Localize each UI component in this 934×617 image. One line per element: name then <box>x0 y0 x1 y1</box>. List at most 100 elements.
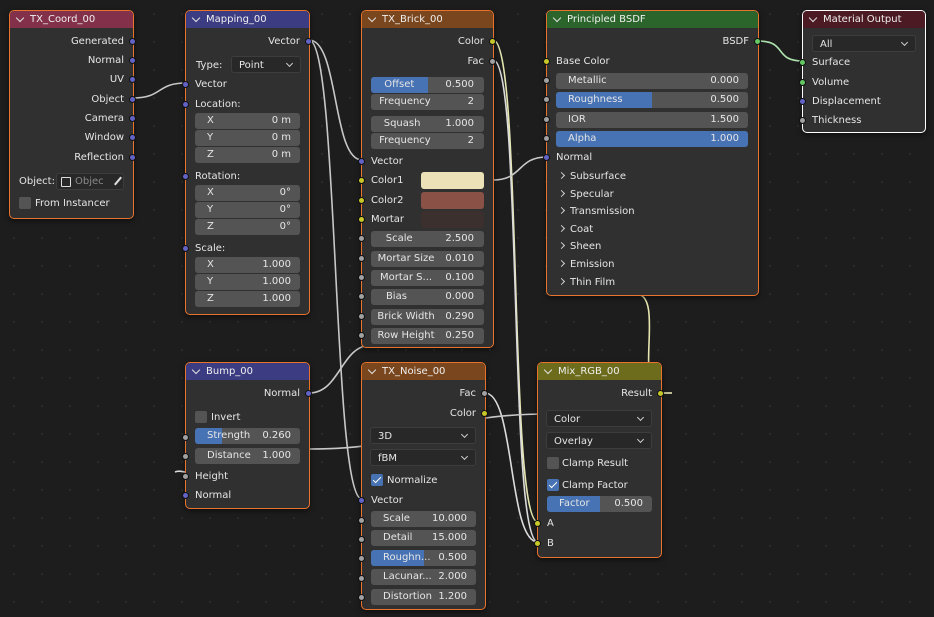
collapse-chevron-icon[interactable] <box>191 13 201 23</box>
row-height-field[interactable]: Row Height 0.250 <box>371 328 484 344</box>
input-mortar-size-socket[interactable] <box>358 255 365 262</box>
offset-frequency-field[interactable]: Frequency 2 <box>371 94 484 110</box>
noise-type-dropdown[interactable]: fBM <box>370 449 476 466</box>
input-mortar-socket[interactable] <box>358 216 365 223</box>
link-brick-color-to-mix-a[interactable] <box>492 39 539 523</box>
data-type-dropdown[interactable]: Color <box>546 410 652 427</box>
roughness-slider[interactable]: Roughness 0.500 <box>556 92 748 108</box>
output-window-socket[interactable] <box>129 134 136 141</box>
factor-slider[interactable]: Factor 0.500 <box>547 496 652 512</box>
input-lacunarity-socket[interactable] <box>358 575 365 582</box>
input-rotation-socket[interactable] <box>182 173 189 180</box>
collapse-chevron-icon[interactable] <box>367 365 377 375</box>
output-color-socket[interactable] <box>481 410 488 417</box>
input-distortion-socket[interactable] <box>358 594 365 601</box>
output-vector-socket[interactable] <box>305 38 312 45</box>
lacunarity-field[interactable]: Lacunar... 2.000 <box>371 569 476 585</box>
input-strength-socket[interactable] <box>182 434 189 441</box>
input-volume-socket[interactable] <box>799 79 806 86</box>
input-displacement-socket[interactable] <box>799 98 806 105</box>
scale-z-field[interactable]: Z 1.000 <box>195 291 300 307</box>
output-object-socket[interactable] <box>129 96 136 103</box>
metallic-slider[interactable]: Metallic 0.000 <box>556 73 748 89</box>
mortar-size-field[interactable]: Mortar Size 0.010 <box>371 251 484 267</box>
output-reflection-socket[interactable] <box>129 154 136 161</box>
output-color-socket[interactable] <box>489 38 496 45</box>
from-instancer-checkbox[interactable] <box>19 197 31 209</box>
input-roughness-socket[interactable] <box>543 96 550 103</box>
color2-swatch[interactable] <box>421 192 484 209</box>
texture-coordinate-node[interactable]: TX_Coord_00 Generated Normal UV Object C… <box>9 10 136 219</box>
mortar-swatch[interactable] <box>421 211 484 228</box>
input-vector-socket[interactable] <box>358 158 365 165</box>
collapse-chevron-icon[interactable] <box>15 13 25 23</box>
input-base-color-socket[interactable] <box>543 58 550 65</box>
node-header[interactable]: Mix_RGB_00 <box>538 363 661 380</box>
input-location-socket[interactable] <box>182 101 189 108</box>
rotation-z-field[interactable]: Z 0° <box>195 219 300 235</box>
input-scale-socket[interactable] <box>358 235 365 242</box>
brick-width-field[interactable]: Brick Width 0.290 <box>371 309 484 325</box>
squash-frequency-field[interactable]: Frequency 2 <box>371 133 484 149</box>
panel-sheen[interactable]: Sheen <box>556 238 746 255</box>
noise-scale-field[interactable]: Scale 10.000 <box>371 511 476 527</box>
distance-field[interactable]: Distance 1.000 <box>195 448 300 464</box>
offset-slider[interactable]: Offset 0.500 <box>371 77 484 93</box>
link-noise-fac-to-mix[interactable] <box>484 392 539 543</box>
output-camera-socket[interactable] <box>129 115 136 122</box>
node-header[interactable]: TX_Noise_00 <box>362 363 485 380</box>
color1-swatch[interactable] <box>421 172 484 189</box>
output-normal-socket[interactable] <box>129 57 136 64</box>
scale-x-field[interactable]: X 1.000 <box>195 257 300 273</box>
distortion-field[interactable]: Distortion 1.200 <box>371 589 476 605</box>
squash-field[interactable]: Squash 1.000 <box>371 116 484 132</box>
link-brick-fac-to-mix-b[interactable] <box>492 59 539 543</box>
output-normal-socket[interactable] <box>305 390 312 397</box>
input-bias-socket[interactable] <box>358 293 365 300</box>
invert-checkbox[interactable] <box>195 411 207 423</box>
input-row-height-socket[interactable] <box>358 332 365 339</box>
input-ior-socket[interactable] <box>543 116 550 123</box>
principled-bsdf-node[interactable]: Principled BSDF BSDF Base Color Metallic… <box>543 10 761 296</box>
input-mortar-smooth-socket[interactable] <box>358 274 365 281</box>
mortar-smooth-field[interactable]: Mortar S... 0.100 <box>371 270 484 286</box>
input-distance-socket[interactable] <box>182 453 189 460</box>
input-brick-width-socket[interactable] <box>358 313 365 320</box>
input-color2-socket[interactable] <box>358 197 365 204</box>
panel-emission[interactable]: Emission <box>556 256 746 273</box>
input-color1-socket[interactable] <box>358 177 365 184</box>
clamp-result-checkbox[interactable] <box>547 457 559 469</box>
dimensions-dropdown[interactable]: 3D <box>370 427 476 444</box>
node-header[interactable]: Principled BSDF <box>547 11 758 28</box>
panel-specular[interactable]: Specular <box>556 186 746 203</box>
link-brick-to-bsdf-normal[interactable] <box>492 156 548 181</box>
output-generated-socket[interactable] <box>129 38 136 45</box>
input-roughness-socket[interactable] <box>358 555 365 562</box>
input-vector-socket[interactable] <box>358 497 365 504</box>
panel-coat[interactable]: Coat <box>556 221 746 238</box>
input-detail-socket[interactable] <box>358 536 365 543</box>
collapse-chevron-icon[interactable] <box>367 13 377 23</box>
input-normal-socket[interactable] <box>182 492 189 499</box>
output-result-socket[interactable] <box>657 390 664 397</box>
link-mapping-to-brick-vector[interactable] <box>308 39 363 161</box>
scale-y-field[interactable]: Y 1.000 <box>195 274 300 290</box>
strength-slider[interactable]: Strength 0.260 <box>195 428 300 444</box>
mix-rgb-node[interactable]: Mix_RGB_00 Result Color Overlay Clamp Re… <box>534 362 664 558</box>
collapse-chevron-icon[interactable] <box>191 365 201 375</box>
link-mapping-to-noise-vector[interactable] <box>308 39 363 500</box>
node-header[interactable]: Material Output <box>803 11 925 28</box>
panel-thin-film[interactable]: Thin Film <box>556 274 746 291</box>
output-fac-socket[interactable] <box>489 58 496 65</box>
noise-texture-node[interactable]: TX_Noise_00 Fac Color 3D fBM Normalize V… <box>358 362 488 610</box>
output-fac-socket[interactable] <box>481 390 488 397</box>
input-surface-socket[interactable] <box>799 59 806 66</box>
alpha-slider[interactable]: Alpha 1.000 <box>556 131 748 147</box>
brick-texture-node[interactable]: TX_Brick_00 Color Fac Offset 0.500 Freque… <box>358 10 496 348</box>
brick-scale-field[interactable]: Scale 2.500 <box>371 231 484 247</box>
node-header[interactable]: TX_Coord_00 <box>10 11 133 28</box>
collapse-chevron-icon[interactable] <box>543 365 553 375</box>
input-thickness-socket[interactable] <box>799 117 806 124</box>
render-target-dropdown[interactable]: All <box>812 35 916 52</box>
location-x-field[interactable]: X0 m <box>195 113 300 129</box>
